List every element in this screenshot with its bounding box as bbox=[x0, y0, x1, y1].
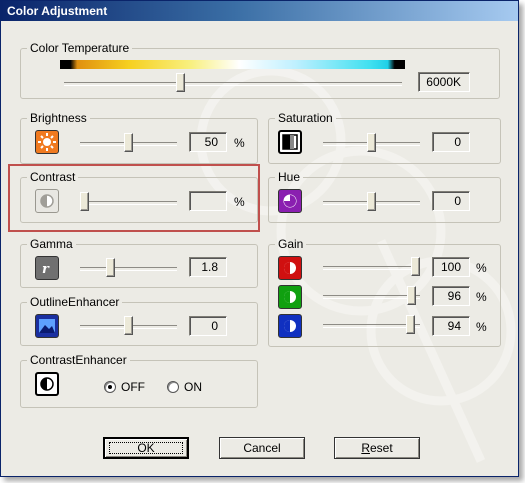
gain-blue-slider-thumb[interactable] bbox=[405, 315, 415, 334]
contrast-enhancer-icon bbox=[35, 372, 59, 396]
color-temperature-track[interactable] bbox=[64, 82, 402, 86]
outline-enhancer-value: 0 bbox=[189, 316, 227, 336]
gain-blue-icon bbox=[278, 314, 302, 338]
gain-green-slider-thumb[interactable] bbox=[407, 286, 417, 305]
outline-enhancer-label: OutlineEnhancer bbox=[30, 295, 120, 309]
outline-enhancer-slider-thumb[interactable] bbox=[124, 316, 133, 335]
hue-slider-thumb[interactable] bbox=[367, 192, 376, 211]
color-temperature-gradient bbox=[60, 60, 405, 69]
color-temperature-label: Color Temperature bbox=[30, 41, 130, 55]
contrast-highlight-box bbox=[8, 164, 260, 232]
gamma-slider-thumb[interactable] bbox=[106, 258, 116, 277]
gain-red-track[interactable] bbox=[323, 266, 420, 270]
svg-text:r: r bbox=[42, 262, 50, 277]
reset-button-label: Reset bbox=[361, 441, 393, 455]
saturation-label: Saturation bbox=[278, 111, 333, 125]
color-temperature-value: 6000K bbox=[418, 72, 470, 92]
gain-red-value: 100 bbox=[432, 257, 470, 277]
gamma-value: 1.8 bbox=[189, 257, 227, 277]
contrast-enhancer-on-radio[interactable] bbox=[167, 381, 179, 393]
contrast-enhancer-off-radio[interactable] bbox=[104, 381, 116, 393]
cancel-button[interactable]: Cancel bbox=[219, 437, 305, 459]
hue-label: Hue bbox=[278, 170, 301, 184]
gain-blue-value: 94 bbox=[432, 316, 470, 336]
brightness-label: Brightness bbox=[30, 111, 87, 125]
brightness-slider-thumb[interactable] bbox=[124, 133, 133, 152]
brightness-unit: % bbox=[234, 136, 245, 150]
contrast-enhancer-on-label[interactable]: ON bbox=[184, 380, 202, 394]
gain-red-unit: % bbox=[476, 261, 487, 275]
ok-button[interactable]: OK bbox=[103, 437, 189, 459]
gain-green-unit: % bbox=[476, 290, 487, 304]
color-adjustment-dialog: Color Adjustment Color Temperature 6000K… bbox=[0, 0, 519, 477]
brightness-value: 50 bbox=[189, 132, 227, 152]
gain-blue-unit: % bbox=[476, 320, 487, 334]
hue-value: 0 bbox=[432, 191, 470, 211]
gain-label: Gain bbox=[278, 237, 304, 251]
gamma-track[interactable] bbox=[80, 267, 177, 271]
saturation-icon bbox=[278, 130, 302, 154]
gain-green-track[interactable] bbox=[323, 295, 420, 299]
gain-red-slider-thumb[interactable] bbox=[411, 257, 420, 276]
saturation-value: 0 bbox=[432, 132, 470, 152]
outline-enhancer-icon bbox=[35, 314, 59, 338]
contrast-enhancer-off-label[interactable]: OFF bbox=[121, 380, 145, 394]
gain-red-icon bbox=[278, 256, 302, 280]
reset-button[interactable]: Reset bbox=[334, 437, 420, 459]
gamma-label: Gamma bbox=[30, 237, 73, 251]
gain-green-icon bbox=[278, 285, 302, 309]
hue-icon bbox=[278, 189, 302, 213]
gain-green-value: 96 bbox=[432, 286, 470, 306]
color-temperature-slider-thumb[interactable] bbox=[175, 73, 185, 92]
brightness-icon bbox=[35, 130, 59, 154]
gamma-icon: r bbox=[35, 256, 59, 280]
cancel-button-label: Cancel bbox=[243, 441, 281, 455]
contrast-enhancer-label: ContrastEnhancer bbox=[30, 353, 127, 367]
saturation-slider-thumb[interactable] bbox=[367, 133, 376, 152]
